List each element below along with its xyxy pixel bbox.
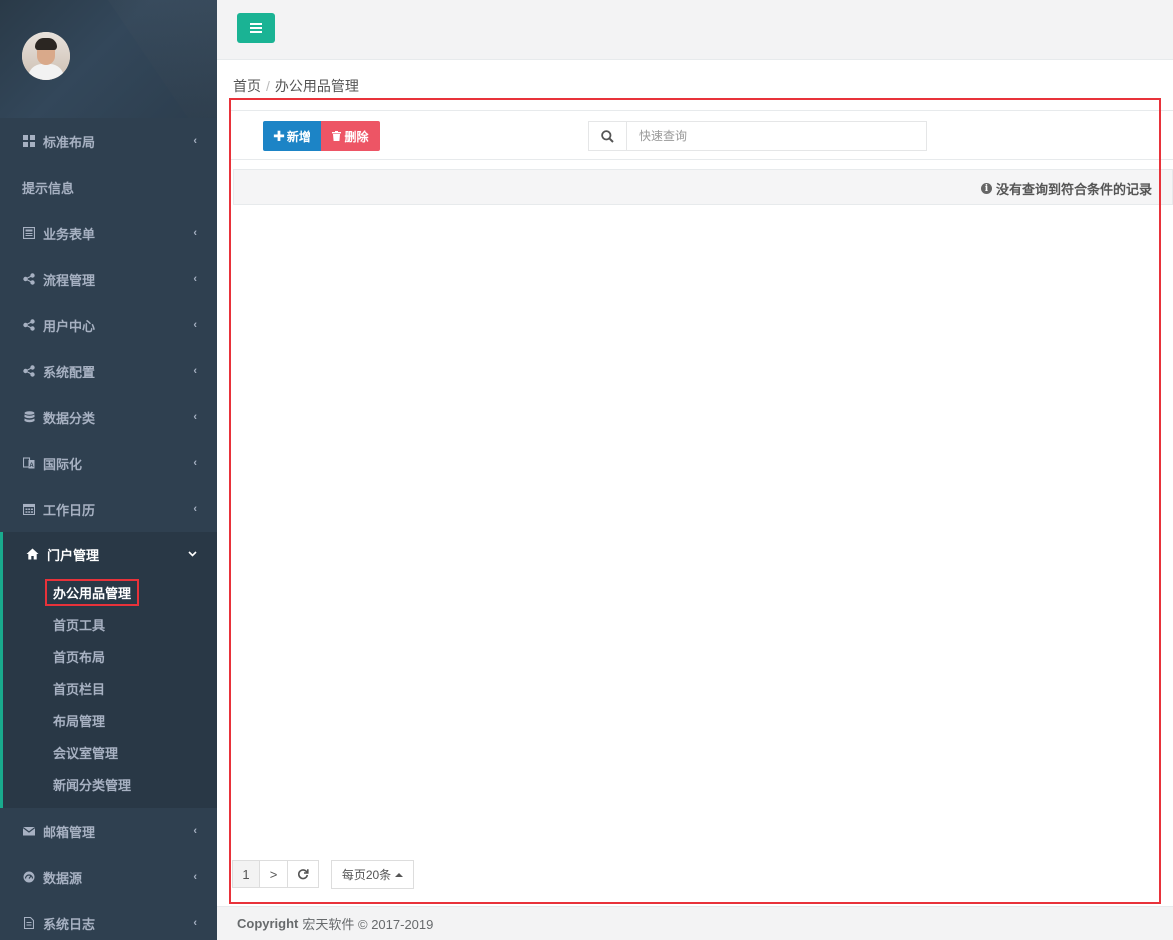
sidebar-header bbox=[0, 0, 217, 118]
highlight-frame bbox=[229, 98, 1161, 904]
chevron-left-icon: ‹ bbox=[193, 871, 197, 883]
sidebar-item-i18n[interactable]: A 国际化 ‹ bbox=[0, 440, 217, 486]
sidebar-item-label: 提示信息 bbox=[22, 180, 75, 196]
sidebar-subitem-office-supplies[interactable]: 办公用品管理 bbox=[3, 576, 217, 608]
sidebar-item-label: 数据源 bbox=[43, 870, 83, 886]
grid-icon bbox=[22, 134, 36, 148]
copyright-text: 宏天软件 © 2017-2019 bbox=[302, 917, 434, 932]
sidebar-subitem-news-categories[interactable]: 新闻分类管理 bbox=[3, 768, 217, 800]
sidebar-item-label: 数据分类 bbox=[43, 410, 96, 426]
menu-toggle-button[interactable] bbox=[237, 13, 275, 43]
form-icon bbox=[22, 226, 36, 240]
chevron-left-icon: ‹ bbox=[193, 319, 197, 331]
sidebar-subitem-label: 会议室管理 bbox=[53, 745, 119, 761]
main-content: 首页/办公用品管理 ✚ 新增 删除 i 没有查询到符合条件的记录 bbox=[217, 60, 1173, 906]
sidebar-subitem-layout-management[interactable]: 布局管理 bbox=[3, 704, 217, 736]
chevron-left-icon: ‹ bbox=[193, 411, 197, 423]
sidebar-item-label: 系统日志 bbox=[43, 916, 96, 932]
sidebar-subitem-home-columns[interactable]: 首页栏目 bbox=[3, 672, 217, 704]
chevron-left-icon: ‹ bbox=[193, 825, 197, 837]
database-icon bbox=[22, 410, 36, 424]
share-icon bbox=[22, 364, 36, 378]
sidebar-subitem-label: 布局管理 bbox=[53, 713, 106, 729]
sidebar-item-label: 流程管理 bbox=[43, 272, 96, 288]
sidebar-subitem-label: 首页布局 bbox=[53, 649, 106, 665]
sidebar-subitem-meeting-rooms[interactable]: 会议室管理 bbox=[3, 736, 217, 768]
sidebar-item-mailbox[interactable]: 邮箱管理 ‹ bbox=[0, 808, 217, 854]
share-icon bbox=[22, 318, 36, 332]
sidebar-subitem-home-tools[interactable]: 首页工具 bbox=[3, 608, 217, 640]
sidebar-item-system-config[interactable]: 系统配置 ‹ bbox=[0, 348, 217, 394]
sidebar-item-business-form[interactable]: 业务表单 ‹ bbox=[0, 210, 217, 256]
breadcrumb-current: 办公用品管理 bbox=[274, 78, 359, 94]
breadcrumb-home-link[interactable]: 首页 bbox=[233, 78, 261, 94]
sidebar-subitem-label: 新闻分类管理 bbox=[53, 777, 132, 793]
sidebar-item-user-center[interactable]: 用户中心 ‹ bbox=[0, 302, 217, 348]
chevron-left-icon: ‹ bbox=[193, 917, 197, 929]
hamburger-icon bbox=[250, 23, 262, 33]
top-navbar bbox=[217, 0, 1173, 60]
sidebar-item-label: 业务表单 bbox=[43, 226, 96, 242]
chevron-left-icon: ‹ bbox=[193, 503, 197, 515]
chevron-left-icon: ‹ bbox=[193, 457, 197, 469]
sidebar-subitem-label: 首页工具 bbox=[53, 617, 106, 633]
sidebar-subitem-label: 首页栏目 bbox=[53, 681, 106, 697]
sidebar-item-system-log[interactable]: 系统日志 ‹ bbox=[0, 900, 217, 940]
dashboard-icon bbox=[22, 870, 36, 884]
file-icon bbox=[22, 916, 36, 930]
chevron-left-icon: ‹ bbox=[193, 273, 197, 285]
sidebar: 标准布局 ‹ 提示信息 业务表单 ‹ 流程管理 ‹ 用户中心 ‹ 系统配置 ‹ … bbox=[0, 0, 217, 940]
calendar-icon bbox=[22, 502, 36, 516]
sidebar-subitem-label: 办公用品管理 bbox=[45, 578, 140, 606]
sidebar-submenu: 办公用品管理 首页工具 首页布局 首页栏目 布局管理 会议室管理 新闻分类管理 bbox=[3, 576, 217, 800]
home-icon bbox=[25, 547, 39, 561]
chevron-left-icon: ‹ bbox=[193, 135, 197, 147]
sidebar-item-workflow[interactable]: 流程管理 ‹ bbox=[0, 256, 217, 302]
sidebar-item-standard-layout[interactable]: 标准布局 ‹ bbox=[0, 118, 217, 164]
svg-text:A: A bbox=[29, 463, 34, 469]
sidebar-menu: 标准布局 ‹ 提示信息 业务表单 ‹ 流程管理 ‹ 用户中心 ‹ 系统配置 ‹ … bbox=[0, 118, 217, 940]
breadcrumb: 首页 / 办公用品管理 bbox=[233, 76, 359, 96]
footer: Copyright 宏天软件 © 2017-2019 bbox=[217, 906, 1173, 940]
sidebar-item-label: 工作日历 bbox=[43, 502, 96, 518]
sidebar-item-data-category[interactable]: 数据分类 ‹ bbox=[0, 394, 217, 440]
translate-icon: A bbox=[22, 456, 36, 470]
sidebar-subitem-home-layout[interactable]: 首页布局 bbox=[3, 640, 217, 672]
sidebar-item-label: 用户中心 bbox=[43, 318, 96, 334]
chevron-left-icon: ‹ bbox=[193, 227, 197, 239]
avatar[interactable] bbox=[22, 32, 70, 80]
sidebar-item-portal[interactable]: 门户管理 bbox=[3, 532, 217, 576]
chevron-down-icon bbox=[188, 548, 197, 560]
sidebar-item-label: 邮箱管理 bbox=[43, 824, 96, 840]
sidebar-item-work-calendar[interactable]: 工作日历 ‹ bbox=[0, 486, 217, 532]
sidebar-item-tips[interactable]: 提示信息 bbox=[0, 164, 217, 210]
sidebar-item-label: 标准布局 bbox=[43, 134, 96, 150]
envelope-icon bbox=[22, 824, 36, 838]
chevron-left-icon: ‹ bbox=[193, 365, 197, 377]
sidebar-item-label: 门户管理 bbox=[47, 547, 100, 563]
share-icon bbox=[22, 272, 36, 286]
sidebar-item-datasource[interactable]: 数据源 ‹ bbox=[0, 854, 217, 900]
copyright-label: Copyright bbox=[237, 916, 299, 931]
breadcrumb-separator: / bbox=[266, 78, 270, 94]
sidebar-group-portal: 门户管理 办公用品管理 首页工具 首页布局 首页栏目 布局管理 会议室管理 新闻… bbox=[0, 532, 217, 808]
sidebar-item-label: 系统配置 bbox=[43, 364, 96, 380]
sidebar-item-label: 国际化 bbox=[43, 456, 83, 472]
